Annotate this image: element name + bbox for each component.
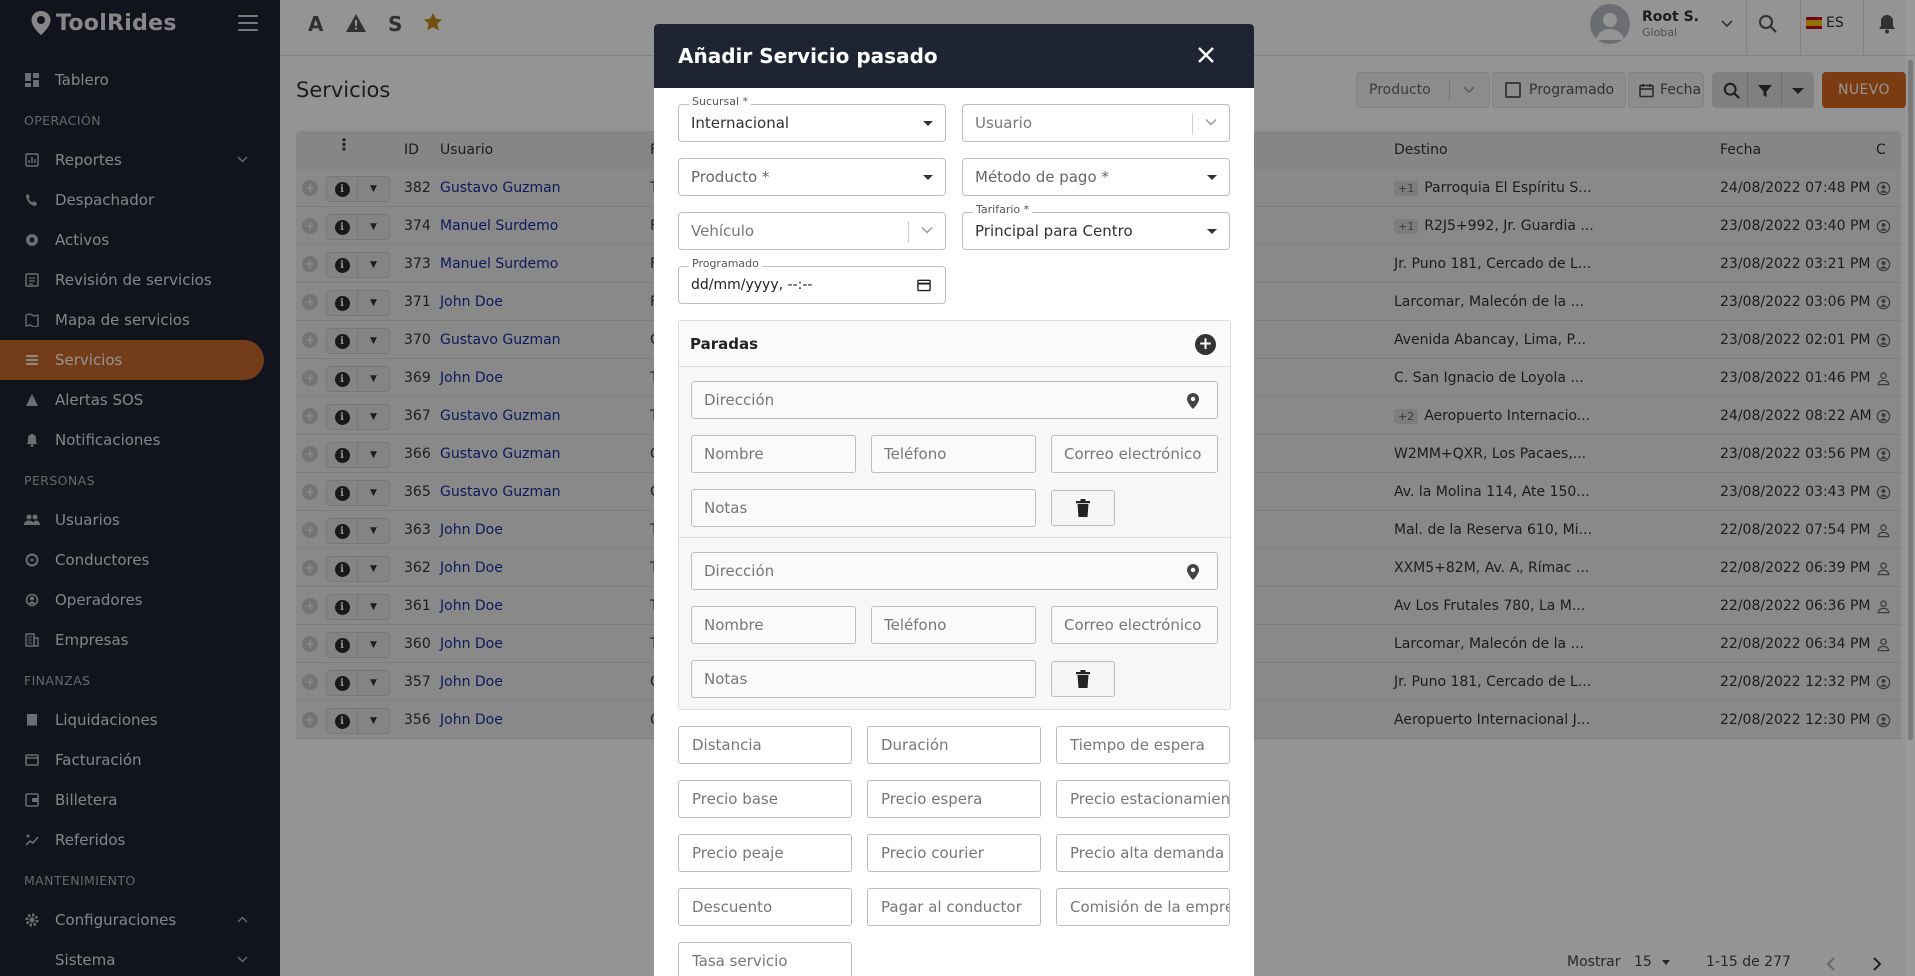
courier-price-input[interactable]: Precio courier: [867, 834, 1041, 872]
stops-title: Paradas: [690, 334, 759, 353]
scrollbar-thumb[interactable]: [1908, 60, 1913, 740]
branch-select[interactable]: Sucursal * Internacional: [678, 95, 946, 142]
wait-price-input[interactable]: Precio espera: [867, 780, 1041, 818]
caret-down-icon: [923, 121, 933, 126]
payment-placeholder: Método de pago *: [975, 168, 1109, 186]
add-stop-icon[interactable]: +: [1195, 334, 1216, 355]
caret-down-icon: [923, 175, 933, 180]
company-commission-input[interactable]: Comisión de la empresa: [1056, 888, 1230, 926]
base-price-input[interactable]: Precio base: [678, 780, 852, 818]
dialog-header: Añadir Servicio pasado: [654, 24, 1254, 88]
scheduled-label: Programado: [689, 257, 762, 271]
tariff-value: Principal para Centro: [975, 222, 1133, 240]
product-select[interactable]: Producto *: [678, 158, 946, 196]
tariff-select[interactable]: Tarifario * Principal para Centro: [962, 203, 1230, 250]
high-demand-price-input[interactable]: Precio alta demanda: [1056, 834, 1230, 872]
duration-input[interactable]: Duración: [867, 726, 1041, 764]
stops-header: Paradas +: [679, 321, 1230, 367]
chevron-down-icon: [921, 226, 933, 234]
branch-label: Sucursal *: [689, 95, 752, 109]
location-pin-icon[interactable]: [1187, 393, 1199, 409]
stop-email-input[interactable]: Correo electrónico: [1051, 606, 1218, 644]
stop-name-input[interactable]: Nombre: [691, 606, 856, 644]
stop-notes-input[interactable]: Notas: [691, 489, 1036, 527]
service-fee-input[interactable]: Tasa servicio: [678, 942, 852, 976]
stop-email-input[interactable]: Correo electrónico: [1051, 435, 1218, 473]
delete-stop-button[interactable]: [1051, 490, 1115, 526]
stop-address-placeholder: Dirección: [704, 391, 775, 409]
stop-phone-input[interactable]: Teléfono: [871, 606, 1036, 644]
user-select[interactable]: Usuario: [962, 104, 1230, 142]
calendar-icon[interactable]: [917, 278, 931, 292]
caret-down-icon: [1207, 175, 1217, 180]
distance-input[interactable]: Distancia: [678, 726, 852, 764]
user-placeholder: Usuario: [975, 114, 1033, 132]
trash-icon: [1076, 499, 1090, 517]
toll-price-input[interactable]: Precio peaje: [678, 834, 852, 872]
stop-name-input[interactable]: Nombre: [691, 435, 856, 473]
chevron-down-icon: [1205, 118, 1217, 126]
wait-time-input[interactable]: Tiempo de espera: [1056, 726, 1230, 764]
caret-down-icon: [1207, 229, 1217, 234]
branch-value: Internacional: [691, 114, 790, 132]
stop-address-input[interactable]: Dirección: [691, 552, 1218, 590]
stop-address-placeholder: Dirección: [704, 562, 775, 580]
discount-input[interactable]: Descuento: [678, 888, 852, 926]
parking-price-input[interactable]: Precio estacionamiento: [1056, 780, 1230, 818]
stop-item: Dirección Nombre Teléfono Correo electrónic…: [679, 367, 1230, 537]
location-pin-icon[interactable]: [1187, 564, 1199, 580]
add-past-service-dialog: Añadir Servicio pasado Sucursal * Intern…: [654, 24, 1254, 976]
tariff-label: Tarifario *: [973, 203, 1033, 217]
vehicle-select[interactable]: Vehículo: [678, 212, 946, 250]
dialog-title: Añadir Servicio pasado: [678, 44, 938, 68]
stop-item: Dirección Nombre Teléfono Correo electrónic…: [679, 537, 1230, 707]
delete-stop-button[interactable]: [1051, 661, 1115, 697]
stop-phone-input[interactable]: Teléfono: [871, 435, 1036, 473]
vehicle-placeholder: Vehículo: [691, 222, 755, 240]
close-icon[interactable]: [1196, 45, 1216, 65]
scheduled-datetime-input[interactable]: Programado dd/mm/yyyy, --:--: [678, 257, 946, 304]
scheduled-value: dd/mm/yyyy, --:--: [691, 277, 813, 293]
stops-panel: Paradas + Dirección Nombre Teléfono Correo …: [678, 320, 1231, 710]
pay-driver-input[interactable]: Pagar al conductor: [867, 888, 1041, 926]
trash-icon: [1076, 670, 1090, 688]
payment-method-select[interactable]: Método de pago *: [962, 158, 1230, 196]
stop-notes-input[interactable]: Notas: [691, 660, 1036, 698]
stop-address-input[interactable]: Dirección: [691, 381, 1218, 419]
product-placeholder: Producto *: [691, 168, 770, 186]
